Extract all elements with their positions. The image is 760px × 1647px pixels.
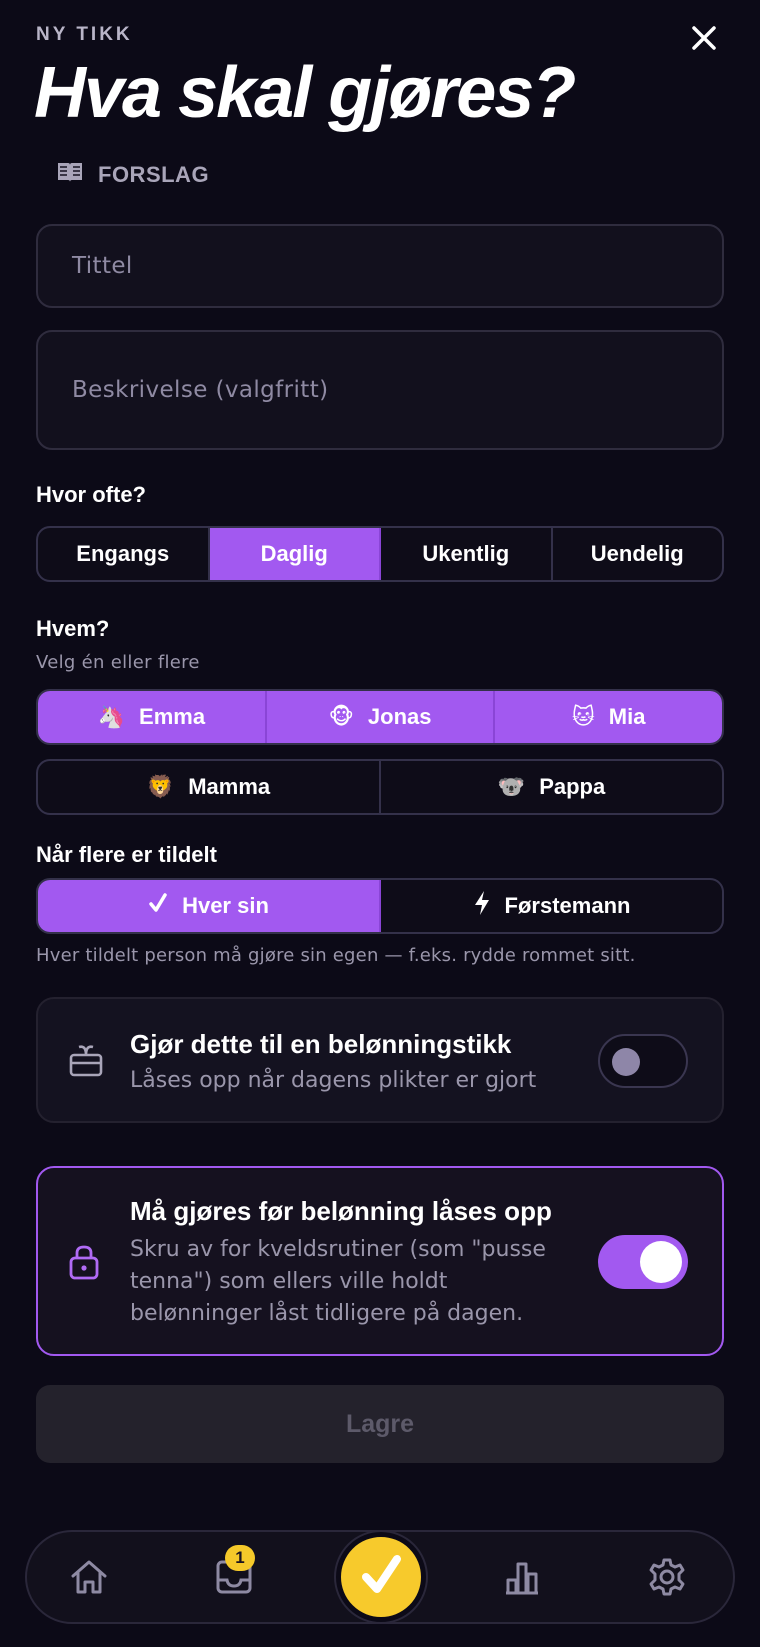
home-icon[interactable] xyxy=(64,1552,114,1602)
assignee-name: Mamma xyxy=(188,774,271,799)
mode-label: Når flere er tildelt xyxy=(36,842,217,867)
frequency-selector: Engangs Daglig Ukentlig Uendelig xyxy=(36,526,724,582)
close-icon[interactable] xyxy=(684,18,724,58)
suggestions-button[interactable]: FORSLAG xyxy=(56,160,209,190)
mode-option-label: Hver sin xyxy=(182,893,269,918)
assignee-row-1: 🦄 Emma 🐵 Jonas 🐱 Mia xyxy=(36,689,724,745)
required-card-title: Må gjøres før belønning låses opp xyxy=(130,1196,552,1226)
mode-option-label: Førstemann xyxy=(504,893,631,918)
description-line: belønninger låst tidligere på dagen. xyxy=(130,1301,524,1326)
required-card-description: Skru av for kveldsrutiner (som "pusse te… xyxy=(130,1234,590,1330)
check-button[interactable] xyxy=(336,1532,426,1622)
stats-icon[interactable] xyxy=(497,1552,547,1602)
assignee-name: Emma xyxy=(139,704,206,729)
assignee-mamma[interactable]: 🦁 Mamma xyxy=(38,761,381,813)
mode-selector: Hver sin Førstemann xyxy=(36,878,724,934)
monkey-icon: 🐵 xyxy=(328,704,354,730)
inbox-badge: 1 xyxy=(225,1545,255,1571)
assignee-name: Mia xyxy=(608,704,646,729)
unicorn-icon: 🦄 xyxy=(97,704,126,730)
assignee-pappa[interactable]: 🐨 Pappa xyxy=(381,761,722,813)
description-input[interactable]: Beskrivelse (valgfritt) xyxy=(36,330,724,450)
reward-card-title: Gjør dette til en belønningstikk xyxy=(130,1029,512,1059)
reward-card: Gjør dette til en belønningstikk Låses o… xyxy=(36,997,724,1123)
description-line: Skru av for kveldsrutiner (som "pusse xyxy=(130,1237,546,1262)
lion-icon: 🦁 xyxy=(146,774,175,800)
assignee-jonas[interactable]: 🐵 Jonas xyxy=(266,691,496,743)
title-input[interactable]: Tittel xyxy=(36,224,724,308)
assignee-row-2: 🦁 Mamma 🐨 Pappa xyxy=(36,759,724,815)
save-button[interactable]: Lagre xyxy=(36,1385,724,1463)
assignee-mia[interactable]: 🐱 Mia xyxy=(495,691,722,743)
lightning-icon xyxy=(473,890,491,922)
mode-hint: Hver tildelt person må gjøre sin egen — … xyxy=(36,945,636,966)
description-line: tenna") som ellers ville holdt xyxy=(130,1269,448,1294)
assignee-emma[interactable]: 🦄 Emma xyxy=(38,691,267,743)
gear-icon[interactable] xyxy=(642,1552,692,1602)
description-placeholder: Beskrivelse (valgfritt) xyxy=(72,377,329,403)
gift-icon xyxy=(68,1043,104,1082)
frequency-label: Hvor ofte? xyxy=(36,482,146,507)
check-icon xyxy=(358,1552,404,1603)
reward-toggle[interactable] xyxy=(598,1034,688,1088)
assignees-sublabel: Velg én eller flere xyxy=(36,652,200,673)
cat-icon: 🐱 xyxy=(571,704,595,730)
reward-card-description: Låses opp når dagens plikter er gjort xyxy=(130,1068,537,1093)
eyebrow: NY TIKK xyxy=(36,24,133,45)
book-icon xyxy=(56,160,84,190)
assignee-name: Jonas xyxy=(367,704,432,729)
page-title: Hva skal gjøres? xyxy=(34,53,576,133)
toggle-knob xyxy=(612,1048,640,1076)
frequency-option-engangs[interactable]: Engangs xyxy=(38,528,210,580)
koala-icon: 🐨 xyxy=(497,774,526,800)
checkmark-icon xyxy=(148,892,168,920)
frequency-option-uendelig[interactable]: Uendelig xyxy=(553,528,723,580)
mode-option-hver-sin[interactable]: Hver sin xyxy=(38,880,381,932)
frequency-option-daglig[interactable]: Daglig xyxy=(209,528,381,580)
toggle-knob xyxy=(640,1241,682,1283)
required-card: Må gjøres før belønning låses opp Skru a… xyxy=(36,1166,724,1356)
lock-icon xyxy=(68,1244,100,1285)
assignee-name: Pappa xyxy=(539,774,606,799)
assignees-label: Hvem? xyxy=(36,616,110,641)
title-placeholder: Tittel xyxy=(72,253,133,279)
frequency-option-ukentlig[interactable]: Ukentlig xyxy=(381,528,553,580)
mode-option-forstemann[interactable]: Førstemann xyxy=(381,880,722,932)
required-toggle[interactable] xyxy=(598,1235,688,1289)
suggestions-label: FORSLAG xyxy=(98,162,210,187)
